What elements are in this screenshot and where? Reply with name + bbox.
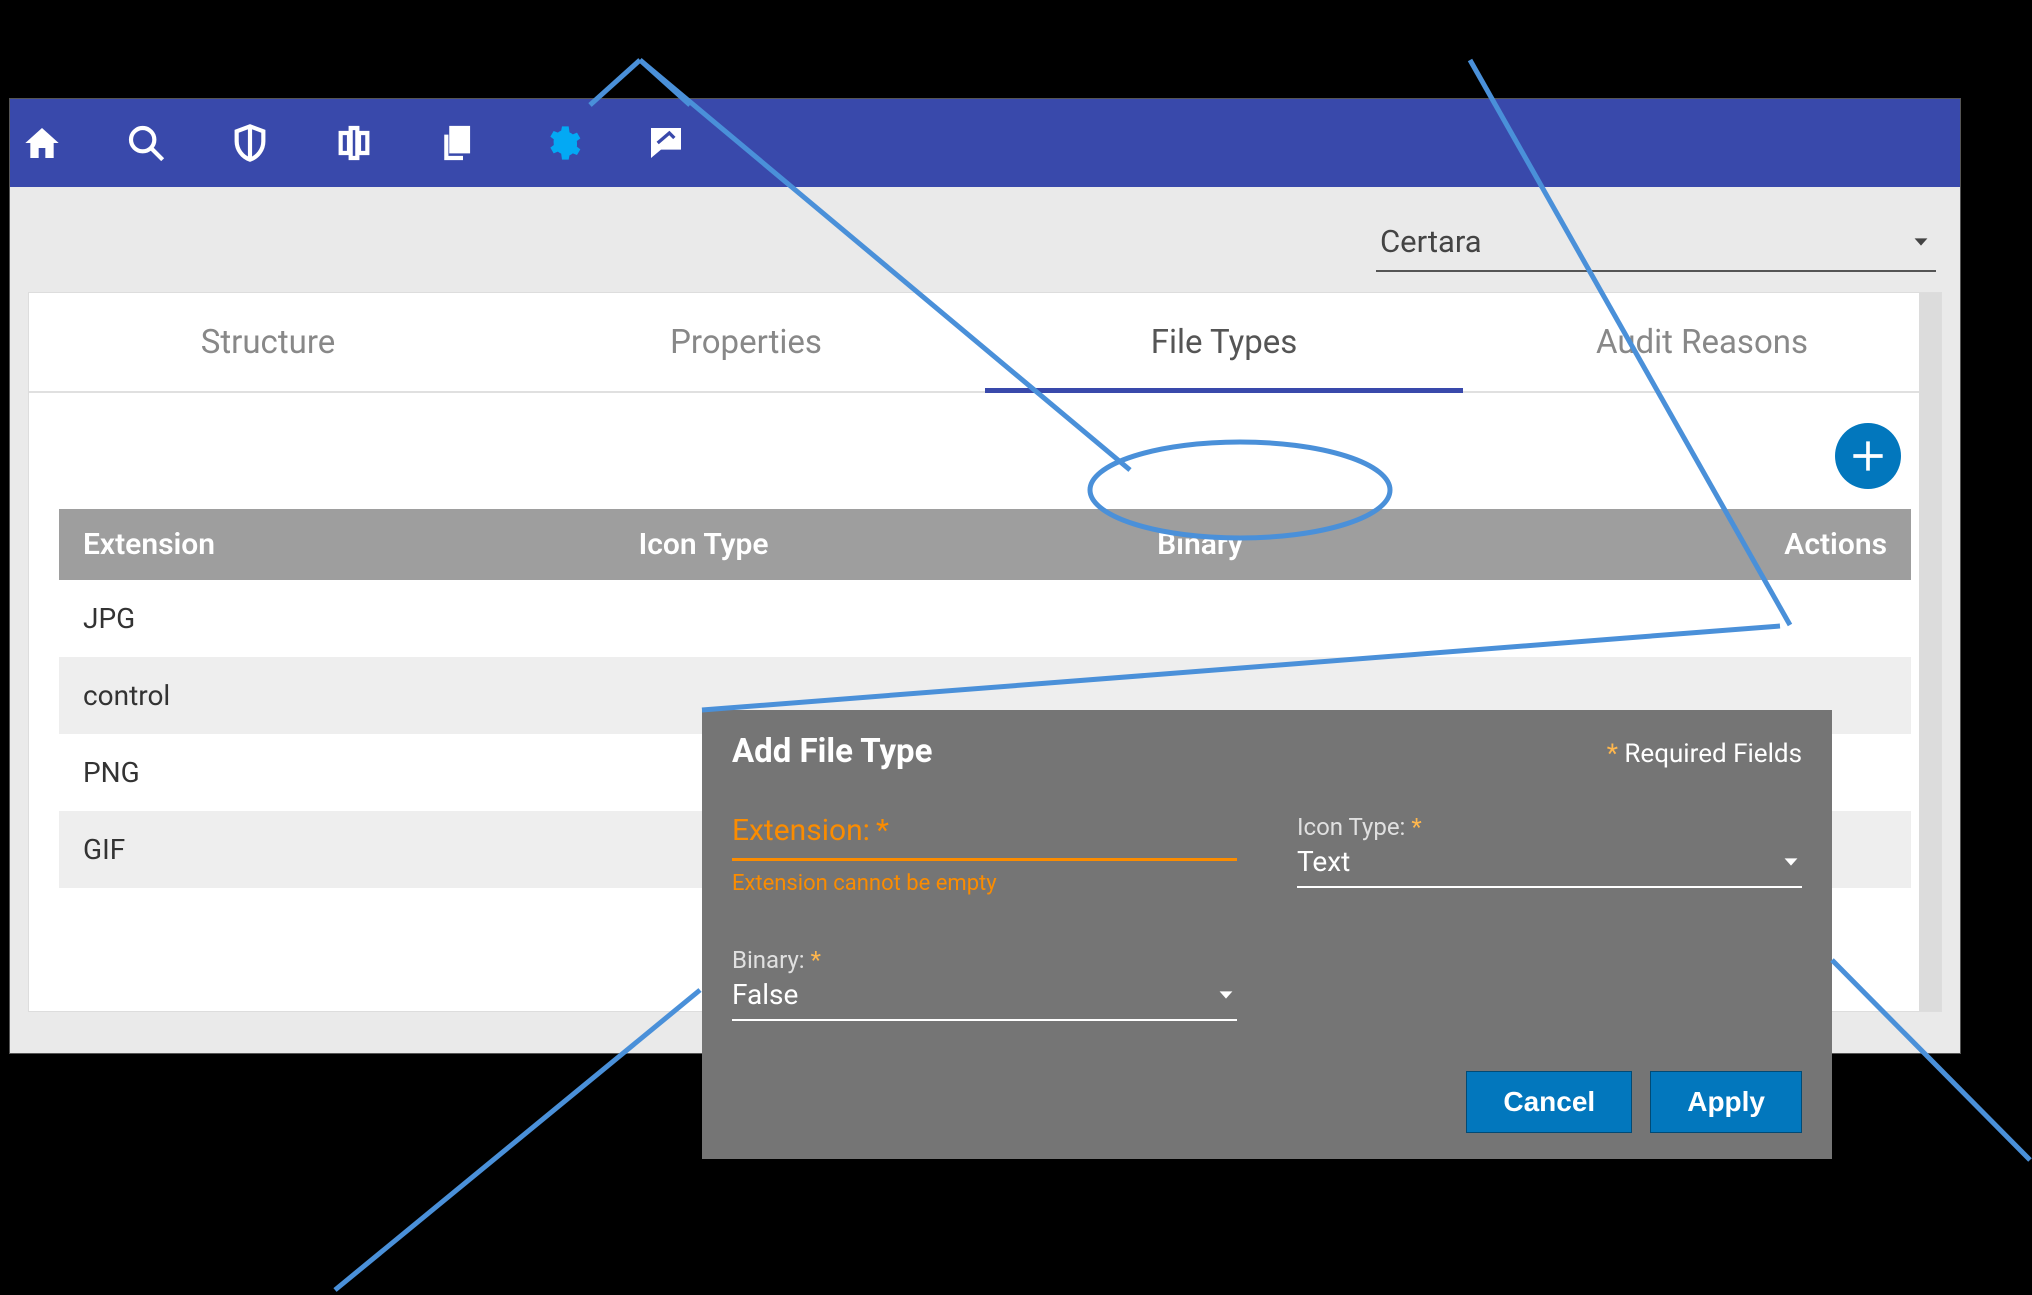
tab-properties[interactable]: Properties: [507, 293, 985, 391]
col-header-icon-type[interactable]: Icon Type: [615, 509, 1134, 580]
icon-type-value: Text: [1297, 845, 1350, 878]
add-file-type-button[interactable]: [1835, 423, 1901, 489]
apply-button[interactable]: Apply: [1650, 1071, 1802, 1133]
tab-label: Properties: [670, 323, 822, 362]
feedback-icon[interactable]: [644, 121, 688, 165]
binary-field: Binary: * False: [732, 946, 1237, 1021]
copy-icon[interactable]: [436, 121, 480, 165]
tab-structure[interactable]: Structure: [29, 293, 507, 391]
chevron-down-icon: [1910, 231, 1932, 253]
dialog-title: Add File Type: [732, 732, 932, 771]
dialog-header: Add File Type * Required Fields: [732, 732, 1802, 771]
table-header-row: Extension Icon Type Binary Actions: [59, 509, 1911, 580]
org-selector[interactable]: Certara: [1376, 217, 1936, 272]
search-icon[interactable]: [124, 121, 168, 165]
icon-type-select[interactable]: Text: [1297, 841, 1802, 888]
home-icon[interactable]: [20, 121, 64, 165]
tab-label: Audit Reasons: [1596, 323, 1808, 362]
add-file-type-dialog: Add File Type * Required Fields Extensio…: [702, 710, 1832, 1159]
cancel-button[interactable]: Cancel: [1466, 1071, 1632, 1133]
cell-extension: JPG: [59, 580, 615, 657]
icon-type-field: Icon Type: * Text: [1297, 813, 1802, 896]
tab-label: Structure: [201, 323, 335, 362]
required-fields-note: * Required Fields: [1607, 739, 1802, 769]
binary-value: False: [732, 978, 798, 1011]
dialog-actions: Cancel Apply: [732, 1071, 1802, 1133]
required-star-icon: *: [876, 813, 889, 848]
col-header-extension[interactable]: Extension: [59, 509, 615, 580]
tab-audit-reasons[interactable]: Audit Reasons: [1463, 293, 1941, 391]
tab-label: File Types: [1151, 323, 1298, 362]
table-row: JPG: [59, 580, 1911, 657]
required-star-icon: *: [1607, 739, 1625, 769]
tab-file-types[interactable]: File Types: [985, 293, 1463, 391]
org-selector-row: Certara: [10, 187, 1960, 282]
tab-bar: Structure Properties File Types Audit Re…: [29, 293, 1941, 393]
required-star-icon: *: [1411, 813, 1421, 841]
required-star-icon: *: [811, 946, 821, 974]
icon-type-label: Icon Type: *: [1297, 813, 1802, 841]
dialog-form: Extension: * Extension cannot be empty I…: [732, 813, 1802, 1021]
chevron-down-icon: [1780, 851, 1802, 873]
cell-extension: PNG: [59, 734, 615, 811]
org-selector-value: Certara: [1380, 223, 1482, 260]
app-toolbar: [10, 99, 1960, 187]
extension-input[interactable]: Extension: *: [732, 813, 1237, 861]
col-header-binary[interactable]: Binary: [1133, 509, 1540, 580]
plus-icon: [1846, 434, 1890, 478]
extension-error-message: Extension cannot be empty: [732, 871, 1237, 896]
scrollbar[interactable]: [1919, 293, 1941, 1011]
binary-select[interactable]: False: [732, 974, 1237, 1021]
shield-icon[interactable]: [228, 121, 272, 165]
extension-field[interactable]: Extension: * Extension cannot be empty: [732, 813, 1237, 896]
add-button-row: [29, 393, 1941, 509]
cell-extension: control: [59, 657, 615, 734]
col-header-actions: Actions: [1541, 509, 1911, 580]
cell-extension: GIF: [59, 811, 615, 888]
compare-icon[interactable]: [332, 121, 376, 165]
chevron-down-icon: [1215, 984, 1237, 1006]
settings-gear-icon[interactable]: [540, 121, 584, 165]
binary-label: Binary: *: [732, 946, 1237, 974]
